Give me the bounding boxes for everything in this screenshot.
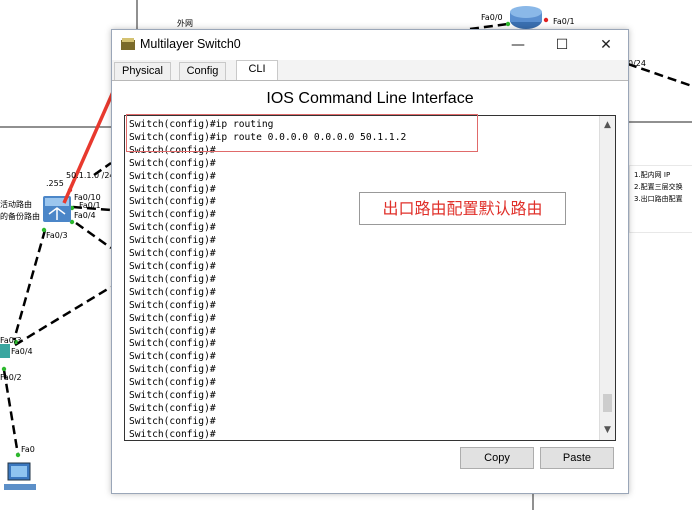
side-label: 活动路由 bbox=[0, 200, 32, 209]
console-line: Switch(config)# bbox=[129, 273, 216, 285]
copy-button[interactable]: Copy bbox=[460, 447, 534, 469]
pc-port-label: Fa0 bbox=[21, 445, 35, 454]
switch-icon[interactable] bbox=[0, 344, 10, 358]
command-highlight-box bbox=[126, 114, 478, 152]
console-line: Switch(config)# bbox=[129, 312, 216, 324]
title-bar[interactable]: Multilayer Switch0 — ☐ ✕ bbox=[112, 30, 628, 60]
scroll-down-icon[interactable]: ▼ bbox=[600, 423, 615, 438]
console-output[interactable]: Switch(config)#ip routing Switch(config)#… bbox=[129, 119, 406, 440]
lower-switch-port-label: Fa0/3 bbox=[0, 336, 22, 345]
console-line: Switch(config)# bbox=[129, 402, 216, 414]
close-button[interactable]: ✕ bbox=[584, 30, 628, 60]
switch-port-label: Fa0/1 bbox=[79, 201, 101, 210]
console-line: Switch(config)# bbox=[129, 364, 216, 376]
console-scrollbar[interactable]: ▲ ▼ bbox=[599, 116, 615, 440]
cloud-label: 外网 bbox=[177, 19, 193, 28]
console-line: Switch(config)# bbox=[129, 248, 216, 260]
console-line: Switch(config)# bbox=[129, 377, 216, 389]
console-line: Switch(config)# bbox=[129, 157, 216, 169]
note-line: 1.配内网 IP bbox=[634, 171, 671, 179]
scroll-thumb[interactable] bbox=[603, 394, 612, 412]
lower-switch-port-label: Fa0/4 bbox=[11, 347, 33, 356]
window-title: Multilayer Switch0 bbox=[140, 37, 241, 51]
router-icon[interactable] bbox=[510, 6, 542, 29]
paste-button[interactable]: Paste bbox=[540, 447, 614, 469]
minimize-button[interactable]: — bbox=[496, 30, 540, 60]
link-label: 0/24 bbox=[628, 59, 646, 68]
subnet-label: 50.1.1.0 /24 bbox=[66, 171, 115, 180]
console-line: Switch(config)# bbox=[129, 390, 216, 402]
maximize-button[interactable]: ☐ bbox=[540, 30, 584, 60]
cli-heading: IOS Command Line Interface bbox=[266, 90, 474, 107]
console-line: Switch(config)# bbox=[129, 299, 216, 311]
note-line: 3.出口路由配置 bbox=[634, 195, 683, 203]
scroll-up-icon[interactable]: ▲ bbox=[600, 118, 615, 133]
console-line: Switch(config)# bbox=[129, 235, 216, 247]
console-line: Switch(config)# bbox=[129, 170, 216, 182]
console-line: Switch(config)# bbox=[129, 286, 216, 298]
side-label: 的备份路由 bbox=[0, 212, 40, 221]
console-line: Switch(config)# bbox=[129, 338, 216, 350]
notes-panel: 1.配内网 IP 2.配置三层交换 3.出口路由配置 bbox=[629, 165, 692, 233]
console-line: Switch(config)# bbox=[129, 415, 216, 427]
tab-physical[interactable]: Physical bbox=[114, 62, 171, 80]
device-window: Multilayer Switch0 — ☐ ✕ Physical Config… bbox=[111, 29, 629, 494]
note-line: 2.配置三层交换 bbox=[634, 183, 683, 191]
tab-cli[interactable]: CLI bbox=[236, 60, 278, 80]
switch-port-label: Fa0/3 bbox=[46, 231, 68, 240]
switch-port-label: Fa0/4 bbox=[74, 211, 96, 220]
console-line: Switch(config)# bbox=[129, 428, 216, 440]
console-line: Switch(config)# bbox=[129, 325, 216, 337]
cli-console[interactable]: Switch(config)#ip routing Switch(config)#… bbox=[124, 115, 616, 441]
annotation-callout: 出口路由配置默认路由 bbox=[359, 192, 566, 225]
tab-config[interactable]: Config bbox=[179, 62, 226, 80]
switch-icon bbox=[121, 38, 135, 50]
address-label: .255 bbox=[46, 179, 64, 188]
console-line: Switch(config)# bbox=[129, 351, 216, 363]
pc-icon[interactable] bbox=[4, 462, 36, 490]
tab-bar: Physical Config CLI bbox=[112, 60, 628, 81]
router-port-label: Fa0/1 bbox=[553, 17, 575, 26]
router-port-label: Fa0/0 bbox=[481, 13, 503, 22]
console-line: Switch(config)# bbox=[129, 260, 216, 272]
lower-switch-port-label: Fa0/2 bbox=[0, 373, 22, 382]
